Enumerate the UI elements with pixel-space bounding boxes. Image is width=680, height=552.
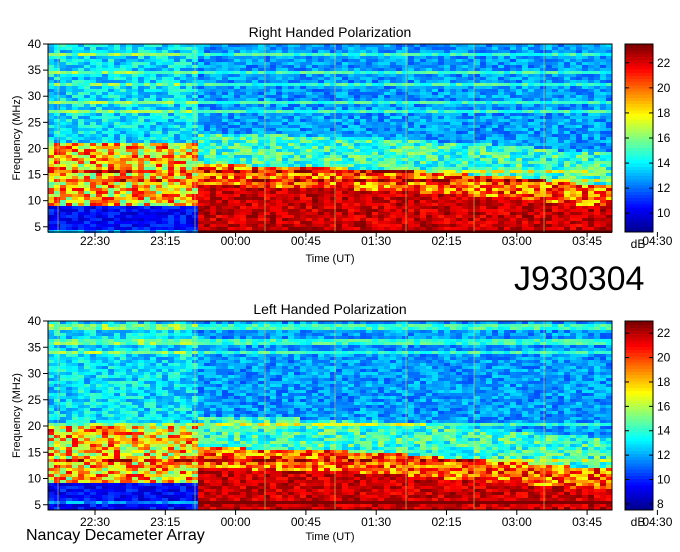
- y-tick-label: 10: [28, 194, 42, 208]
- y-tick-label: 40: [28, 314, 42, 328]
- x-tick-label: 04:30: [642, 234, 672, 248]
- colorbar-tick-label: 18: [657, 375, 671, 389]
- y-tick-label: 20: [28, 141, 42, 155]
- y-tick-label: 15: [28, 445, 42, 459]
- y-tick-label: 35: [28, 63, 42, 77]
- x-tick-label: 00:45: [291, 515, 321, 529]
- colorbar-tick-label: 20: [657, 81, 671, 95]
- colorbar-tick-label: 18: [657, 106, 671, 120]
- colorbar-label: dB: [631, 515, 646, 529]
- spectrogram: [48, 44, 612, 233]
- colorbar-tick-label: 10: [657, 473, 671, 487]
- panel-left-polarization: Left Handed Polarization 5 10 15 20 25 30 35 40 F…: [11, 301, 673, 543]
- x-axis-label: Time (UT): [305, 253, 354, 265]
- chart-title: Left Handed Polarization: [253, 301, 406, 317]
- x-tick-label: 01:30: [361, 515, 391, 529]
- colorbar-tick-label: 16: [657, 131, 671, 145]
- y-tick-label: 5: [34, 220, 41, 234]
- x-tick-label: 03:00: [502, 515, 532, 529]
- x-tick-label: 03:00: [502, 234, 532, 248]
- x-tick-label: 00:00: [221, 234, 251, 248]
- y-tick-label: 25: [28, 115, 42, 129]
- x-tick-label: 02:15: [431, 234, 461, 248]
- panel-right-polarization: Right Handed Polarization 5 10 15 20 25 30 35 40…: [11, 24, 673, 265]
- y-tick-label: 10: [28, 472, 42, 486]
- colorbar-label: dB: [631, 237, 646, 251]
- y-tick-label: 25: [28, 393, 42, 407]
- colorbar-tick-label: 22: [657, 56, 671, 70]
- x-axis-label: Time (UT): [305, 531, 354, 543]
- observation-id: J930304: [514, 260, 645, 298]
- y-tick-label: 15: [28, 168, 42, 182]
- spectrogram: [48, 321, 612, 510]
- x-tick-label: 03:45: [572, 515, 602, 529]
- x-tick-label: 22:30: [80, 234, 110, 248]
- colorbar-tick-label: 12: [657, 448, 671, 462]
- colorbar: 8 10 12 14 16 18 20 22 dB: [624, 320, 671, 529]
- colorbar-tick-label: 12: [657, 181, 671, 195]
- colorbar-tick-label: 8: [657, 497, 664, 511]
- instrument-label: Nancay Decameter Array: [26, 527, 205, 544]
- colorbar-tick-label: 16: [657, 399, 671, 413]
- colorbar-tick-label: 22: [657, 326, 671, 340]
- colorbar-tick-label: 10: [657, 206, 671, 220]
- x-tick-label: 23:15: [150, 234, 180, 248]
- y-axis-label: Frequency (MHz): [11, 373, 23, 458]
- colorbar-tick-label: 20: [657, 351, 671, 365]
- y-tick-label: 30: [28, 367, 42, 381]
- y-tick-label: 35: [28, 340, 42, 354]
- x-tick-label: 03:45: [572, 234, 602, 248]
- y-tick-label: 5: [34, 498, 41, 512]
- y-axis-label: Frequency (MHz): [11, 96, 23, 181]
- colorbar-tick-label: 14: [657, 424, 671, 438]
- colorbar-tick-label: 14: [657, 156, 671, 170]
- x-tick-label: 00:45: [291, 234, 321, 248]
- x-tick-label: 02:15: [431, 515, 461, 529]
- x-tick-label: 01:30: [361, 234, 391, 248]
- chart-title: Right Handed Polarization: [249, 24, 412, 40]
- y-tick-label: 20: [28, 419, 42, 433]
- colorbar: 10 12 14 16 18 20 22 dB: [624, 43, 671, 251]
- x-tick-label: 00:00: [221, 515, 251, 529]
- y-tick-label: 40: [28, 37, 42, 51]
- x-tick-label: 04:30: [642, 515, 672, 529]
- y-tick-label: 30: [28, 89, 42, 103]
